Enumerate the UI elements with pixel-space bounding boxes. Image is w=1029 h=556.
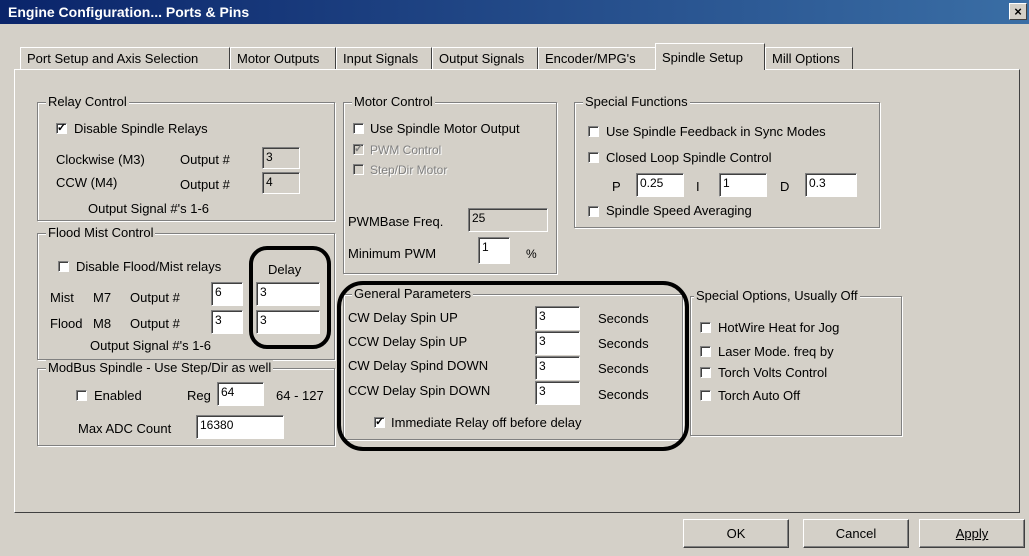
disable-spindle-relays-label: Disable Spindle Relays xyxy=(74,121,208,136)
torch-auto-off-label: Torch Auto Off xyxy=(718,388,801,403)
title-bar: Engine Configuration... Ports & Pins × xyxy=(0,0,1029,24)
cw-spin-up-unit: Seconds xyxy=(598,311,649,326)
flood-code: M8 xyxy=(93,316,112,331)
cw-spin-down-label: CW Delay Spind DOWN xyxy=(348,358,489,373)
p-gain-field[interactable]: 0.25 xyxy=(636,173,684,197)
relay-output-signal-note: Output Signal #'s 1-6 xyxy=(88,201,209,216)
window-title: Engine Configuration... Ports & Pins xyxy=(8,4,250,20)
ccw-spin-down-unit: Seconds xyxy=(598,387,649,402)
reg-label: Reg xyxy=(187,388,211,403)
tab-spindle-setup[interactable]: Spindle Setup xyxy=(655,43,765,70)
general-parameters-title: General Parameters xyxy=(352,286,474,301)
ccw-spin-down-field[interactable]: 3 xyxy=(535,381,580,405)
disable-flood-mist-label: Disable Flood/Mist relays xyxy=(76,259,222,274)
d-label: D xyxy=(780,179,790,194)
spindle-averaging-checkbox[interactable] xyxy=(588,206,599,217)
cancel-button[interactable]: Cancel xyxy=(803,519,909,548)
pwmbase-freq-label: PWMBase Freq. xyxy=(348,214,444,229)
step-dir-motor-checkbox[interactable] xyxy=(353,164,364,175)
delay-label: Delay xyxy=(268,262,302,277)
apply-button[interactable]: Apply xyxy=(919,519,1025,548)
pwm-control-checkbox[interactable]: ✓ xyxy=(353,144,364,155)
spindle-feedback-label: Use Spindle Feedback in Sync Modes xyxy=(606,124,826,139)
minimum-pwm-field[interactable]: 1 xyxy=(478,237,510,264)
ccw-spin-up-unit: Seconds xyxy=(598,336,649,351)
mist-delay-field[interactable]: 3 xyxy=(256,282,320,306)
cw-spin-up-field[interactable]: 3 xyxy=(535,306,580,330)
ccw-output-label: Output # xyxy=(180,177,230,192)
mist-output-label: Output # xyxy=(130,290,180,305)
disable-flood-mist-checkbox[interactable] xyxy=(58,261,69,272)
immediate-relay-off-checkbox[interactable]: ✓ xyxy=(374,417,385,428)
ok-button[interactable]: OK xyxy=(683,519,789,548)
p-label: P xyxy=(612,179,621,194)
flood-label: Flood xyxy=(50,316,83,331)
mist-output-field[interactable]: 6 xyxy=(211,282,243,306)
reg-field[interactable]: 64 xyxy=(217,382,264,406)
step-dir-motor-label: Step/Dir Motor xyxy=(370,163,448,177)
closed-loop-checkbox[interactable] xyxy=(588,152,599,163)
tab-output-signals[interactable]: Output Signals xyxy=(432,47,538,69)
laser-mode-checkbox[interactable] xyxy=(700,346,711,357)
cw-spin-down-unit: Seconds xyxy=(598,361,649,376)
i-gain-field[interactable]: 1 xyxy=(719,173,767,197)
flood-output-label: Output # xyxy=(130,316,180,331)
mist-code: M7 xyxy=(93,290,112,305)
minimum-pwm-unit: % xyxy=(526,247,537,261)
ccw-spin-up-field[interactable]: 3 xyxy=(535,331,580,355)
cw-spin-down-field[interactable]: 3 xyxy=(535,356,580,380)
ccw-label: CCW (M4) xyxy=(56,175,118,190)
special-functions-title: Special Functions xyxy=(583,94,690,109)
tab-input-signals[interactable]: Input Signals xyxy=(336,47,432,69)
cw-spin-up-label: CW Delay Spin UP xyxy=(348,310,458,325)
use-spindle-motor-checkbox[interactable] xyxy=(353,123,364,134)
reg-range-label: 64 - 127 xyxy=(276,388,324,403)
torch-auto-off-checkbox[interactable] xyxy=(700,390,711,401)
i-label: I xyxy=(696,179,700,194)
tab-motor-outputs[interactable]: Motor Outputs xyxy=(230,47,336,69)
laser-mode-label: Laser Mode. freq by xyxy=(718,344,834,359)
spindle-feedback-checkbox[interactable] xyxy=(588,126,599,137)
modbus-enabled-checkbox[interactable] xyxy=(76,390,87,401)
hotwire-heat-checkbox[interactable] xyxy=(700,322,711,333)
disable-spindle-relays-checkbox[interactable]: ✓ xyxy=(56,123,67,134)
torch-volts-label: Torch Volts Control xyxy=(718,365,828,380)
clockwise-label: Clockwise (M3) xyxy=(56,152,145,167)
ccw-output-field[interactable]: 4 xyxy=(262,172,300,194)
mist-label: Mist xyxy=(50,290,74,305)
motor-control-title: Motor Control xyxy=(352,94,435,109)
max-adc-count-label: Max ADC Count xyxy=(78,421,172,436)
flood-output-field[interactable]: 3 xyxy=(211,310,243,334)
flood-delay-field[interactable]: 3 xyxy=(256,310,320,334)
use-spindle-motor-label: Use Spindle Motor Output xyxy=(370,121,520,136)
ccw-spin-up-label: CCW Delay Spin UP xyxy=(348,334,468,349)
d-gain-field[interactable]: 0.3 xyxy=(805,173,857,197)
minimum-pwm-label: Minimum PWM xyxy=(348,246,437,261)
pwmbase-freq-field[interactable]: 25 xyxy=(468,208,548,232)
modbus-spindle-title: ModBus Spindle - Use Step/Dir as well xyxy=(46,360,274,375)
flood-mist-title: Flood Mist Control xyxy=(46,225,156,240)
tab-port-setup[interactable]: Port Setup and Axis Selection xyxy=(20,47,230,69)
tab-encoder-mpg[interactable]: Encoder/MPG's xyxy=(538,47,656,69)
hotwire-heat-label: HotWire Heat for Jog xyxy=(718,320,840,335)
tab-mill-options[interactable]: Mill Options xyxy=(765,47,853,69)
flood-output-signal-note: Output Signal #'s 1-6 xyxy=(90,338,211,353)
modbus-enabled-label: Enabled xyxy=(94,388,142,403)
relay-control-title: Relay Control xyxy=(46,94,129,109)
cw-output-field[interactable]: 3 xyxy=(262,147,300,169)
special-options-title: Special Options, Usually Off xyxy=(694,288,860,303)
close-icon[interactable]: × xyxy=(1009,3,1027,20)
max-adc-count-field[interactable]: 16380 xyxy=(196,415,284,439)
torch-volts-checkbox[interactable] xyxy=(700,367,711,378)
pwm-control-label: PWM Control xyxy=(370,143,442,157)
immediate-relay-off-label: Immediate Relay off before delay xyxy=(391,415,582,430)
spindle-averaging-label: Spindle Speed Averaging xyxy=(606,203,752,218)
cw-output-label: Output # xyxy=(180,152,230,167)
ccw-spin-down-label: CCW Delay Spin DOWN xyxy=(348,383,491,398)
closed-loop-label: Closed Loop Spindle Control xyxy=(606,150,772,165)
